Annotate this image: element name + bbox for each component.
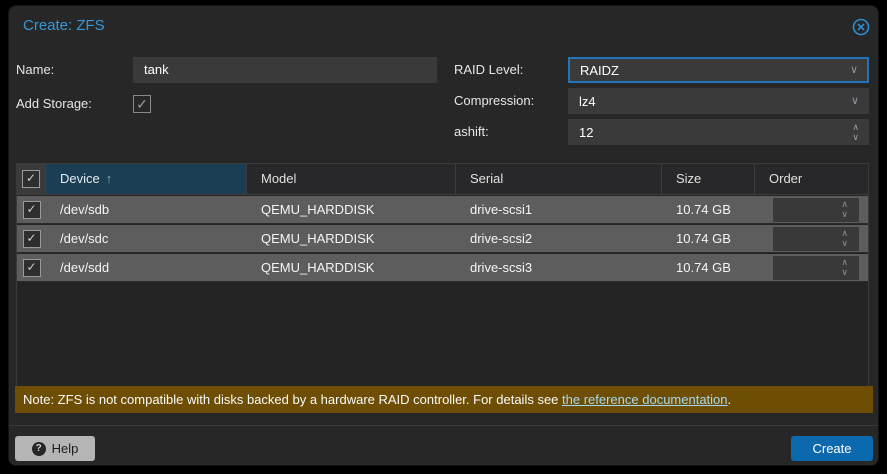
cell-device: /dev/sdb [60, 202, 110, 217]
help-icon: ? [31, 441, 46, 456]
table-row[interactable]: ✓ /dev/sdc QEMU_HARDDISK drive-scsi2 10.… [17, 225, 868, 253]
name-label: Name: [16, 62, 55, 77]
raid-level-select[interactable]: RAIDZ ∨ [568, 57, 869, 83]
spinner-down-icon[interactable]: ∨ [841, 209, 848, 219]
spinner-up-icon[interactable]: ∧ [841, 199, 848, 209]
reference-documentation-link[interactable]: the reference documentation [562, 392, 728, 407]
cell-size: 10.74 GB [676, 231, 731, 246]
cell-device: /dev/sdd [60, 260, 110, 275]
spinner-down-icon[interactable]: ∨ [841, 238, 848, 248]
select-all-checkbox[interactable]: ✓ [17, 164, 46, 195]
row-checkbox[interactable]: ✓ [17, 196, 46, 224]
check-icon: ✓ [22, 170, 40, 188]
spinner-down-icon[interactable]: ∨ [841, 267, 848, 277]
table-row[interactable]: ✓ /dev/sdd QEMU_HARDDISK drive-scsi3 10.… [17, 254, 868, 282]
dialog-footer: ? Help Create [9, 425, 878, 465]
spinner-up-icon[interactable]: ∧ [841, 257, 848, 267]
ashift-value: 12 [579, 125, 594, 140]
cell-model: QEMU_HARDDISK [261, 202, 375, 217]
spinner-up-icon[interactable]: ∧ [841, 228, 848, 238]
order-spinner[interactable]: ∧ ∨ [773, 198, 859, 222]
add-storage-label: Add Storage: [16, 96, 92, 111]
raid-level-label: RAID Level: [454, 62, 524, 77]
order-spinner[interactable]: ∧ ∨ [773, 227, 859, 251]
help-button[interactable]: ? Help [15, 436, 95, 461]
cell-device: /dev/sdc [60, 231, 109, 246]
column-header-model[interactable]: Model [247, 164, 456, 195]
ashift-label: ashift: [454, 124, 489, 139]
check-icon: ✓ [22, 201, 41, 219]
column-header-serial[interactable]: Serial [456, 164, 662, 195]
table-row[interactable]: ✓ /dev/sdb QEMU_HARDDISK drive-scsi1 10.… [17, 196, 868, 224]
row-checkbox[interactable]: ✓ [17, 254, 46, 282]
compression-value: lz4 [579, 94, 596, 109]
close-icon[interactable] [852, 18, 870, 36]
name-input[interactable] [133, 57, 437, 83]
chevron-down-icon[interactable]: ∨ [851, 89, 859, 113]
chevron-down-icon[interactable]: ∨ [850, 59, 858, 81]
raid-level-value: RAIDZ [580, 63, 619, 78]
cell-size: 10.74 GB [676, 260, 731, 275]
column-header-device[interactable]: Device ↑ [46, 164, 247, 195]
ashift-spinner[interactable]: 12 ∧ ∨ [568, 119, 869, 145]
cell-serial: drive-scsi1 [470, 202, 533, 217]
check-icon: ✓ [136, 96, 148, 112]
compression-select[interactable]: lz4 ∨ [568, 88, 869, 114]
cell-model: QEMU_HARDDISK [261, 231, 375, 246]
check-icon: ✓ [22, 259, 41, 277]
check-icon: ✓ [22, 230, 41, 248]
column-header-size[interactable]: Size [662, 164, 755, 195]
dialog-title: Create: ZFS [23, 17, 105, 34]
add-storage-checkbox[interactable]: ✓ [133, 95, 151, 113]
cell-serial: drive-scsi2 [470, 231, 533, 246]
create-button[interactable]: Create [791, 436, 873, 461]
spinner-up-icon[interactable]: ∧ [852, 122, 859, 132]
zfs-note: Note: ZFS is not compatible with disks b… [15, 386, 873, 413]
compression-label: Compression: [454, 93, 535, 108]
spinner-down-icon[interactable]: ∨ [852, 132, 859, 142]
sort-asc-icon: ↑ [105, 171, 113, 186]
cell-model: QEMU_HARDDISK [261, 260, 375, 275]
create-zfs-dialog: Create: ZFS Name: Add Storage: ✓ RAID Le… [8, 5, 879, 466]
disk-table: ✓ Device ↑ Model Serial Size Order ✓ /dev… [16, 163, 869, 387]
order-spinner[interactable]: ∧ ∨ [773, 256, 859, 280]
cell-size: 10.74 GB [676, 202, 731, 217]
cell-serial: drive-scsi3 [470, 260, 533, 275]
column-header-order[interactable]: Order [755, 164, 868, 195]
row-checkbox[interactable]: ✓ [17, 225, 46, 253]
